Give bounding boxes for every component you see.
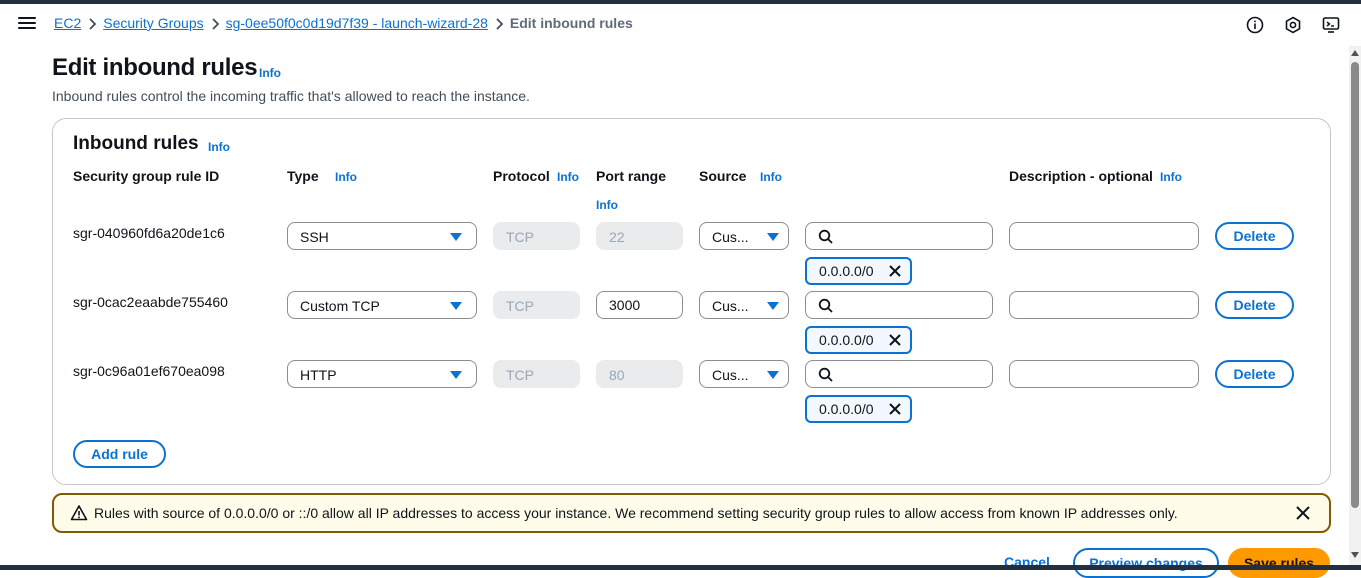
caret-down-icon	[450, 302, 462, 310]
container-title: Inbound rules	[73, 133, 199, 154]
caret-down-icon	[450, 233, 462, 241]
source-token: 0.0.0.0/0	[805, 257, 912, 285]
menu-icon[interactable]	[18, 15, 36, 33]
col-header-port-range: Port range	[596, 168, 667, 184]
cloudshell-icon[interactable]	[1321, 15, 1341, 35]
description-input[interactable]	[1009, 291, 1199, 319]
protocol-field: TCP	[493, 291, 580, 319]
col-header-protocol: Protocol	[493, 168, 550, 184]
chevron-right-icon	[488, 15, 510, 31]
breadcrumb-ec2[interactable]: EC2	[54, 15, 81, 31]
rule-id: sgr-0c96a01ef670ea098	[73, 363, 225, 379]
rule-id: sgr-040960fd6a20de1c6	[73, 225, 225, 241]
inbound-rules-container: Inbound rules Info Security group rule I…	[52, 118, 1331, 485]
page-info-link[interactable]: Info	[259, 66, 281, 80]
type-select[interactable]: HTTP	[287, 360, 477, 388]
source-token: 0.0.0.0/0	[805, 326, 912, 354]
scroll-thumb[interactable]	[1351, 62, 1359, 508]
source-search-input[interactable]	[805, 222, 993, 250]
page-description: Inbound rules control the incoming traff…	[52, 88, 530, 104]
source-type-select[interactable]: Cus...	[699, 360, 789, 388]
rule-id: sgr-0cac2eaabde755460	[73, 294, 228, 310]
port-range-info-link[interactable]: Info	[596, 198, 618, 212]
close-icon[interactable]	[888, 333, 902, 347]
breadcrumb-bar: EC2 Security Groups sg-0ee50f0c0d19d7f39…	[0, 4, 1361, 46]
scroll-down-arrow-icon[interactable]	[1351, 552, 1359, 558]
caret-down-icon	[767, 371, 779, 379]
delete-button[interactable]: Delete	[1215, 222, 1294, 250]
breadcrumb-current: Edit inbound rules	[509, 15, 633, 31]
source-token-label: 0.0.0.0/0	[819, 263, 874, 279]
source-search-input[interactable]	[805, 291, 993, 319]
protocol-field: TCP	[493, 360, 580, 388]
type-select-value: Custom TCP	[300, 298, 380, 314]
source-type-value: Cus...	[712, 229, 749, 245]
col-header-description: Description - optional	[1009, 168, 1153, 184]
caret-down-icon	[767, 233, 779, 241]
chevron-right-icon	[81, 15, 103, 31]
type-info-link[interactable]: Info	[335, 170, 357, 184]
close-icon[interactable]	[1295, 505, 1311, 521]
description-input[interactable]	[1009, 222, 1199, 250]
container-info-link[interactable]: Info	[208, 140, 230, 154]
info-circle-icon[interactable]	[1245, 15, 1265, 35]
description-info-link[interactable]: Info	[1160, 170, 1182, 184]
close-icon[interactable]	[888, 264, 902, 278]
type-select-value: HTTP	[300, 367, 337, 383]
type-select[interactable]: Custom TCP	[287, 291, 477, 319]
settings-hex-icon[interactable]	[1283, 15, 1303, 35]
preview-changes-button[interactable]: Preview changes	[1073, 548, 1219, 578]
col-header-type: Type	[287, 168, 319, 184]
source-type-select[interactable]: Cus...	[699, 222, 789, 250]
protocol-info-link[interactable]: Info	[557, 170, 579, 184]
warning-text: Rules with source of 0.0.0.0/0 or ::/0 a…	[94, 505, 1178, 521]
source-search-input[interactable]	[805, 360, 993, 388]
chevron-right-icon	[204, 15, 226, 31]
add-rule-button[interactable]: Add rule	[73, 440, 166, 468]
type-select[interactable]: SSH	[287, 222, 477, 250]
breadcrumb: EC2 Security Groups sg-0ee50f0c0d19d7f39…	[54, 15, 633, 31]
source-token: 0.0.0.0/0	[805, 395, 912, 423]
search-icon	[818, 229, 833, 244]
caret-down-icon	[450, 371, 462, 379]
close-icon[interactable]	[888, 402, 902, 416]
port-range-field: 80	[596, 360, 683, 388]
search-icon	[818, 367, 833, 382]
source-token-label: 0.0.0.0/0	[819, 401, 874, 417]
col-header-source: Source	[699, 168, 747, 184]
port-range-field: 22	[596, 222, 683, 250]
source-type-select[interactable]: Cus...	[699, 291, 789, 319]
caret-down-icon	[767, 302, 779, 310]
warning-icon	[70, 505, 88, 521]
page-title: Edit inbound rules	[52, 54, 258, 81]
delete-button[interactable]: Delete	[1215, 360, 1294, 388]
top-icons	[1245, 15, 1341, 35]
col-header-rule-id: Security group rule ID	[73, 168, 220, 184]
save-rules-button[interactable]: Save rules	[1228, 548, 1330, 578]
scroll-up-arrow-icon[interactable]	[1351, 50, 1359, 56]
breadcrumb-security-groups[interactable]: Security Groups	[103, 15, 203, 31]
port-range-input[interactable]	[596, 291, 683, 319]
source-type-value: Cus...	[712, 367, 749, 383]
protocol-field: TCP	[493, 222, 580, 250]
source-token-label: 0.0.0.0/0	[819, 332, 874, 348]
breadcrumb-security-group[interactable]: sg-0ee50f0c0d19d7f39 - launch-wizard-28	[226, 15, 488, 31]
search-icon	[818, 298, 833, 313]
warning-alert: Rules with source of 0.0.0.0/0 or ::/0 a…	[52, 493, 1331, 533]
delete-button[interactable]: Delete	[1215, 291, 1294, 319]
type-select-value: SSH	[300, 229, 329, 245]
source-type-value: Cus...	[712, 298, 749, 314]
vertical-scrollbar[interactable]	[1349, 46, 1361, 565]
bottom-accent-bar	[0, 565, 1361, 570]
source-info-link[interactable]: Info	[760, 170, 782, 184]
description-input[interactable]	[1009, 360, 1199, 388]
